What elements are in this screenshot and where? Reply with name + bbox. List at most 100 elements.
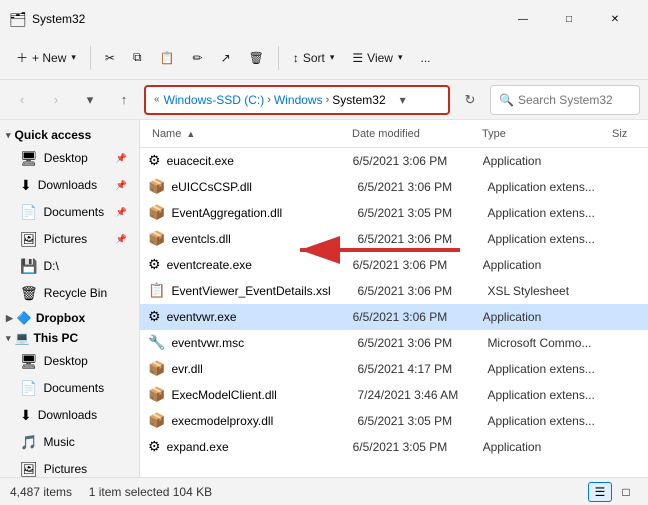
col-type[interactable]: Type	[478, 124, 608, 144]
close-button[interactable]: ✕	[592, 4, 638, 34]
table-row[interactable]: 📋 EventViewer_EventDetails.xsl 6/5/2021 …	[140, 278, 648, 304]
file-name: execmodelproxy.dll	[171, 414, 357, 428]
table-row[interactable]: 📦 ExecModelClient.dll 7/24/2021 3:46 AM …	[140, 382, 648, 408]
file-icon: 🔧	[148, 334, 165, 351]
sidebar-item-desktop-pc[interactable]: 🖥 Desktop	[10, 348, 135, 374]
table-row[interactable]: 🔧 eventvwr.msc 6/5/2021 3:06 PM Microsof…	[140, 330, 648, 356]
recycle-icon: 🗑	[20, 285, 38, 302]
sidebar-item-music-pc[interactable]: 🎵 Music	[10, 429, 135, 455]
pictures-icon: 🖼	[20, 461, 38, 478]
quick-access-header[interactable]: ▾ Quick access	[0, 124, 139, 144]
table-row[interactable]: 📦 EventAggregation.dll 6/5/2021 3:05 PM …	[140, 200, 648, 226]
cut-icon: ✂	[105, 51, 115, 65]
desktop-icon: 🖥	[20, 353, 38, 370]
table-row[interactable]: ⚙ expand.exe 6/5/2021 3:05 PM Applicatio…	[140, 434, 648, 460]
breadcrumb: Windows-SSD (C:) › Windows › System32	[164, 93, 386, 107]
sort-button[interactable]: ↕ Sort ▾	[285, 42, 343, 74]
refresh-button[interactable]: ↻	[456, 86, 484, 114]
share-button[interactable]: ↗	[213, 42, 239, 74]
table-row[interactable]: 📦 evr.dll 6/5/2021 4:17 PM Application e…	[140, 356, 648, 382]
address-dropdown-button[interactable]: ▾	[390, 87, 416, 113]
file-type: Microsoft Commo...	[487, 336, 617, 350]
file-type: Application	[483, 258, 613, 272]
downloads-icon: ⬇	[20, 407, 32, 424]
sidebar-item-label: Pictures	[44, 232, 110, 246]
sidebar-item-label: Music	[43, 435, 127, 449]
details-view-button[interactable]: □	[614, 482, 638, 502]
breadcrumb-system32[interactable]: System32	[332, 93, 385, 107]
file-icon: 📦	[148, 204, 165, 221]
table-row[interactable]: 📦 eUICCsCSP.dll 6/5/2021 3:06 PM Applica…	[140, 174, 648, 200]
table-row[interactable]: ⚙ euacecit.exe 6/5/2021 3:06 PM Applicat…	[140, 148, 648, 174]
file-type: Application extens...	[487, 180, 617, 194]
list-view-button[interactable]: ☰	[588, 482, 612, 502]
file-name: evr.dll	[171, 362, 357, 376]
pin-icon: 📌	[116, 153, 127, 164]
sidebar-item-pictures-pc[interactable]: 🖼 Pictures	[10, 456, 135, 477]
file-date: 6/5/2021 3:06 PM	[353, 310, 483, 324]
status-left: 4,487 items 1 item selected 104 KB	[10, 485, 212, 499]
share-icon: ↗	[221, 51, 231, 65]
maximize-button[interactable]: □	[546, 4, 592, 34]
sort-label: Sort	[303, 51, 325, 65]
sidebar-item-documents-pc[interactable]: 📄 Documents	[10, 375, 135, 401]
file-area: Name ▲ Date modified Type Siz ⚙ euacecit…	[140, 120, 648, 477]
forward-button[interactable]: ›	[42, 86, 70, 114]
file-name: expand.exe	[167, 440, 353, 454]
this-pc-arrow-icon: ▾	[6, 333, 11, 344]
sort-icon: ↕	[293, 51, 299, 65]
breadcrumb-drive[interactable]: Windows-SSD (C:)	[164, 93, 265, 107]
file-list: ⚙ euacecit.exe 6/5/2021 3:06 PM Applicat…	[140, 148, 648, 477]
paste-icon: 📋	[160, 51, 175, 65]
sidebar-item-documents-qa[interactable]: 📄 Documents 📌	[10, 199, 135, 225]
file-date: 6/5/2021 3:06 PM	[357, 284, 487, 298]
search-input[interactable]	[518, 93, 631, 107]
table-row[interactable]: ⚙ eventvwr.exe 6/5/2021 3:06 PM Applicat…	[140, 304, 648, 330]
table-row[interactable]: ⚙ eventcreate.exe 6/5/2021 3:06 PM Appli…	[140, 252, 648, 278]
sidebar-item-label: Desktop	[44, 151, 110, 165]
minimize-button[interactable]: —	[500, 4, 546, 34]
this-pc-header[interactable]: ▾ 💻 This PC	[0, 327, 139, 347]
sidebar-item-label: Recycle Bin	[44, 286, 127, 300]
file-type: Application	[483, 154, 613, 168]
paste-button[interactable]: 📋	[152, 42, 183, 74]
back-button[interactable]: ‹	[8, 86, 36, 114]
this-pc-items: 🖥 Desktop 📄 Documents ⬇ Downloads 🎵 Musi…	[0, 348, 139, 477]
cut-button[interactable]: ✂	[97, 42, 123, 74]
col-name[interactable]: Name ▲	[148, 124, 348, 144]
file-date: 6/5/2021 3:05 PM	[357, 414, 487, 428]
sidebar-item-d-drive[interactable]: 💾 D:\	[10, 253, 135, 279]
file-date: 6/5/2021 3:06 PM	[353, 154, 483, 168]
breadcrumb-windows[interactable]: Windows	[274, 93, 323, 107]
sidebar-item-downloads-pc[interactable]: ⬇ Downloads	[10, 402, 135, 428]
file-icon: 📦	[148, 178, 165, 195]
table-row[interactable]: 📦 execmodelproxy.dll 6/5/2021 3:05 PM Ap…	[140, 408, 648, 434]
col-size[interactable]: Siz	[608, 124, 648, 144]
dropbox-header[interactable]: ▶ 🔷 Dropbox	[0, 307, 139, 327]
sidebar-item-desktop[interactable]: 🖥 Desktop 📌	[10, 145, 135, 171]
delete-button[interactable]: 🗑	[241, 42, 272, 74]
rename-button[interactable]: ✏	[185, 42, 211, 74]
up-button[interactable]: ↑	[110, 86, 138, 114]
view-button[interactable]: ☰ View ▾	[344, 42, 410, 74]
main-content: ▾ Quick access 🖥 Desktop 📌 ⬇ Downloads 📌…	[0, 120, 648, 477]
new-button[interactable]: ＋ + New ▾	[8, 42, 84, 74]
file-type: Application	[483, 440, 613, 454]
col-date[interactable]: Date modified	[348, 124, 478, 144]
window-controls: — □ ✕	[500, 4, 638, 34]
music-icon: 🎵	[20, 434, 37, 451]
table-row[interactable]: 📦 eventcls.dll 6/5/2021 3:06 PM Applicat…	[140, 226, 648, 252]
address-box[interactable]: « Windows-SSD (C:) › Windows › System32 …	[144, 85, 450, 115]
sidebar-item-pictures-qa[interactable]: 🖼 Pictures 📌	[10, 226, 135, 252]
selected-info: 1 item selected 104 KB	[89, 485, 212, 499]
sidebar-item-downloads-qa[interactable]: ⬇ Downloads 📌	[10, 172, 135, 198]
new-icon: ＋	[16, 49, 28, 66]
more-button[interactable]: ...	[413, 42, 439, 74]
sidebar-item-recycle[interactable]: 🗑 Recycle Bin	[10, 280, 135, 306]
file-list-header: Name ▲ Date modified Type Siz	[140, 120, 648, 148]
recent-button[interactable]: ▾	[76, 86, 104, 114]
col-date-label: Date modified	[352, 128, 420, 140]
file-name: eUICCsCSP.dll	[171, 180, 357, 194]
search-box[interactable]: 🔍	[490, 85, 640, 115]
copy-button[interactable]: ⧉	[125, 42, 150, 74]
